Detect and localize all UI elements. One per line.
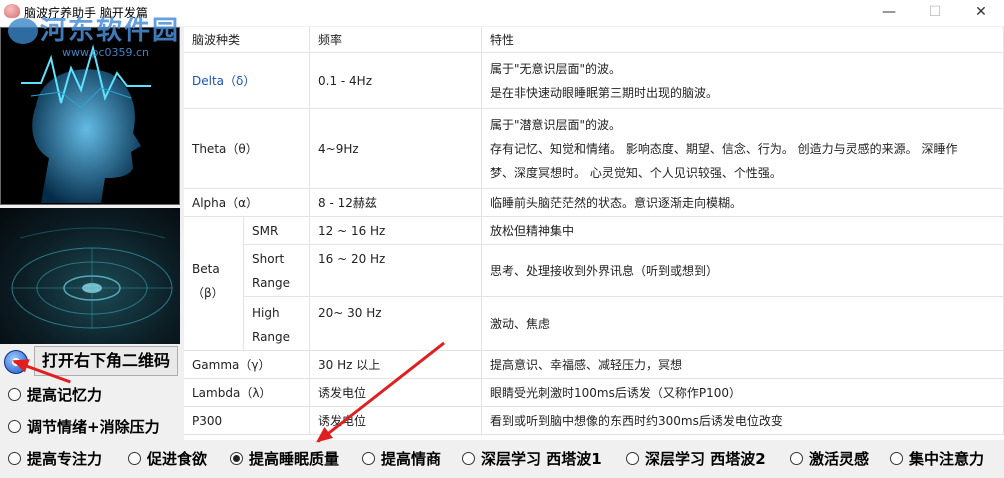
- radar-image: [0, 208, 180, 344]
- radio-improve-focus[interactable]: 提高专注力: [8, 450, 102, 468]
- row-gamma-desc: 提高意识、幸福感、减轻压力，冥想: [482, 351, 1004, 379]
- row-lambda-freq: 诱发电位: [310, 379, 482, 407]
- radio-regulate-emotion[interactable]: 调节情绪+消除压力: [8, 418, 160, 436]
- row-gamma-freq: 30 Hz 以上: [310, 351, 482, 379]
- watermark-logo-icon: [8, 18, 38, 44]
- header-wave-type: 脑波种类: [184, 27, 310, 53]
- radar-illustration: [11, 227, 173, 329]
- radio-dot-icon[interactable]: [362, 452, 375, 465]
- radio-dot-icon[interactable]: [8, 452, 21, 465]
- row-delta-freq: 0.1 - 4Hz: [310, 53, 482, 109]
- radio-label: 提高记忆力: [27, 386, 103, 404]
- radio-dot-icon[interactable]: [128, 452, 141, 465]
- radio-deep-learning-theta-2[interactable]: 深层学习 西塔波2: [626, 450, 766, 468]
- radio-dot-icon[interactable]: [230, 452, 243, 465]
- radio-label: 促进食欲: [147, 450, 208, 468]
- radio-label: 激活灵感: [809, 450, 870, 468]
- close-button[interactable]: ✕: [958, 0, 1004, 26]
- row-beta-high-desc: 激动、焦虑: [482, 297, 1004, 351]
- radio-dot-icon[interactable]: [8, 420, 21, 433]
- row-alpha-freq: 8 - 12赫兹: [310, 189, 482, 217]
- row-alpha-desc: 临睡前头脑茫茫然的状态。意识逐渐走向模糊。: [482, 189, 1004, 217]
- row-delta-name: Delta（δ）: [184, 53, 310, 109]
- row-beta-high-sub: High Range: [244, 297, 310, 351]
- row-beta-short-sub: Short Range: [244, 245, 310, 297]
- watermark-title: 河东软件园: [40, 16, 181, 46]
- minimize-button[interactable]: —: [866, 0, 912, 26]
- row-lambda-desc: 眼睛受光刺激时100ms后诱发（又称作P100）: [482, 379, 1004, 407]
- radio-label: 深层学习 西塔波1: [481, 450, 602, 468]
- radio-label: 提高专注力: [27, 450, 103, 468]
- radio-dot-icon[interactable]: [462, 452, 475, 465]
- brain-app-icon: [4, 4, 20, 18]
- row-beta-smr-freq: 12 ~ 16 Hz: [310, 217, 482, 245]
- row-theta-freq: 4~9Hz: [310, 109, 482, 189]
- radio-label: 深层学习 西塔波2: [645, 450, 766, 468]
- header-frequency: 频率: [310, 27, 482, 53]
- row-p300-freq: 诱发电位: [310, 407, 482, 435]
- maximize-button[interactable]: ☐: [912, 0, 958, 26]
- radio-improve-eq[interactable]: 提高情商: [362, 450, 441, 468]
- row-beta-smr-sub: SMR: [244, 217, 310, 245]
- radio-dot-icon[interactable]: [8, 388, 21, 401]
- radio-label: 提高睡眠质量: [249, 450, 340, 468]
- row-p300-desc: 看到或听到脑中想像的东西时约300ms后诱发电位改变: [482, 407, 1004, 435]
- radio-improve-memory[interactable]: 提高记忆力: [8, 386, 102, 404]
- radio-label: 集中注意力: [909, 450, 985, 468]
- row-beta-name: Beta （β）: [184, 217, 244, 351]
- row-beta-short-freq: 16 ~ 20 Hz: [310, 245, 482, 297]
- row-beta-short-desc: 思考、处理接收到外界讯息（听到或想到）: [482, 245, 1004, 297]
- header-characteristics: 特性: [482, 27, 1004, 53]
- row-theta-name: Theta（θ）: [184, 109, 310, 189]
- radio-concentrate[interactable]: 集中注意力: [890, 450, 984, 468]
- row-lambda-name: Lambda（λ）: [184, 379, 310, 407]
- radio-deep-learning-theta-1[interactable]: 深层学习 西塔波1: [462, 450, 602, 468]
- radio-activate-inspiration[interactable]: 激活灵感: [790, 450, 869, 468]
- radio-improve-sleep[interactable]: 提高睡眠质量: [230, 450, 339, 468]
- radio-dot-icon[interactable]: [790, 452, 803, 465]
- brainwave-table: 脑波种类 频率 特性 Delta（δ） 0.1 - 4Hz 属于"无意识层面"的…: [184, 27, 1004, 440]
- row-gamma-name: Gamma（γ）: [184, 351, 310, 379]
- radio-dot-icon[interactable]: [890, 452, 903, 465]
- row-alpha-name: Alpha（α）: [184, 189, 310, 217]
- row-beta-smr-desc: 放松但精神集中: [482, 217, 1004, 245]
- radio-label: 提高情商: [381, 450, 442, 468]
- row-p300-name: P300: [184, 407, 310, 435]
- radio-promote-appetite[interactable]: 促进食欲: [128, 450, 207, 468]
- radio-dot-icon[interactable]: [626, 452, 639, 465]
- row-theta-desc: 属于"潜意识层面"的波。 存有记忆、知觉和情绪。 影响态度、期望、信念、行为。 …: [482, 109, 1004, 189]
- row-delta-desc: 属于"无意识层面"的波。 是在非快速动眼睡眠第三期时出现的脑波。: [482, 53, 1004, 109]
- watermark-url: www.pc0359.cn: [62, 46, 150, 59]
- open-qr-code-button[interactable]: 打开右下角二维码: [34, 346, 178, 376]
- radio-label: 调节情绪+消除压力: [27, 418, 160, 436]
- row-beta-high-freq: 20~ 30 Hz: [310, 297, 482, 351]
